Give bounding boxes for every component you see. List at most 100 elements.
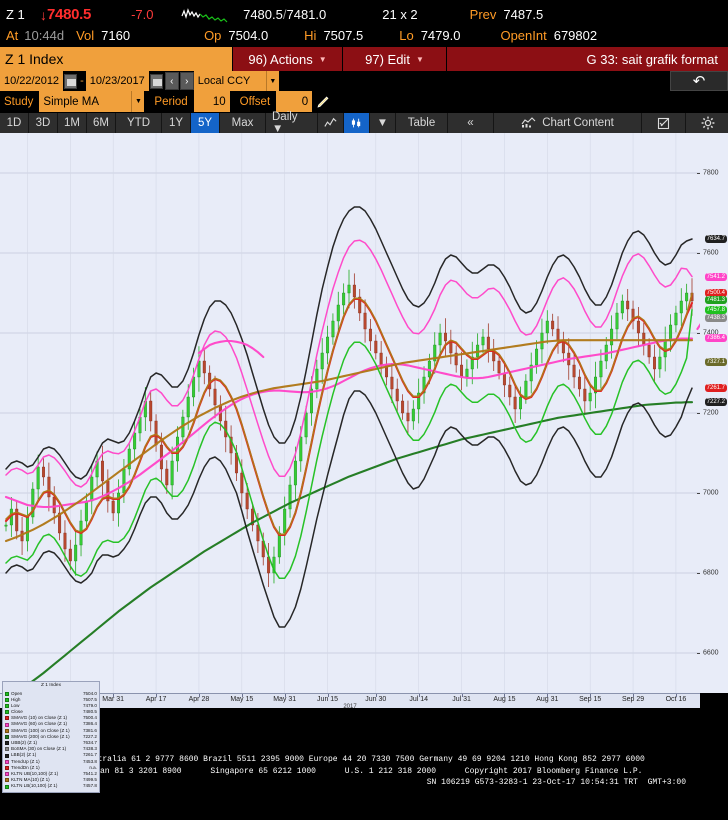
y-axis-label: 7800 bbox=[703, 169, 719, 177]
x-axis-label: Oct 16 bbox=[665, 696, 687, 703]
last-price: 7480.5 bbox=[47, 6, 92, 23]
x-axis-tick bbox=[284, 694, 286, 697]
edit-menu-button[interactable]: 97) Edit ▼ bbox=[342, 47, 446, 71]
period-input[interactable]: 10 bbox=[193, 91, 230, 112]
y-axis-tick bbox=[697, 653, 700, 654]
study-label: Study bbox=[4, 95, 34, 108]
volume-label: Vol bbox=[76, 27, 95, 43]
x-axis-tick bbox=[461, 694, 463, 697]
start-date-input[interactable]: 10/22/2012 bbox=[0, 71, 64, 91]
footer-line-1: Australia 61 2 9777 8600 Brazil 5511 239… bbox=[83, 755, 645, 764]
price-tag: 7457.8 bbox=[704, 305, 727, 314]
range-button-6m[interactable]: 6M bbox=[87, 113, 116, 133]
chart-content-label: Chart Content bbox=[542, 117, 614, 129]
chart-plot[interactable] bbox=[0, 133, 700, 693]
x-axis-tick bbox=[633, 694, 635, 697]
footer: Australia 61 2 9777 8600 Brazil 5511 239… bbox=[0, 748, 728, 820]
x-axis-tick bbox=[375, 694, 377, 697]
edit-pencil-icon[interactable] bbox=[312, 91, 334, 112]
legend-color-swatch bbox=[5, 784, 9, 789]
x-axis-label: Jun 15 bbox=[317, 696, 339, 703]
chevron-down-icon: ▼ bbox=[415, 54, 424, 64]
title-bar: Z 1 Index 96) Actions ▼ 97) Edit ▼ G 33:… bbox=[0, 47, 728, 71]
range-button-max[interactable]: Max bbox=[220, 113, 266, 133]
chart-content-button[interactable]: Chart Content bbox=[494, 113, 642, 133]
legend-rows: Open 7504.0 High 7507.5 Low 7479.0 Close 7480.5… bbox=[5, 691, 97, 790]
study-settings-bar: Study Simple MA ▼ Period 10 Offset 0 bbox=[0, 91, 728, 112]
ticker-symbol: Z 1 bbox=[6, 7, 25, 22]
price-tag: 7541.2 bbox=[704, 272, 727, 281]
legend-color-swatch bbox=[5, 710, 9, 715]
y-axis-label: 7000 bbox=[703, 489, 719, 497]
x-axis-tick bbox=[156, 694, 158, 697]
range-button-1d[interactable]: 1D bbox=[0, 113, 29, 133]
date-range-dash: - bbox=[80, 75, 84, 87]
range-button-3d[interactable]: 3D bbox=[29, 113, 58, 133]
range-button-5y[interactable]: 5Y bbox=[191, 113, 220, 133]
volume-value: 7160 bbox=[101, 27, 131, 43]
legend-color-swatch bbox=[5, 691, 9, 696]
end-date-input[interactable]: 10/23/2017 bbox=[85, 71, 149, 91]
chart-area[interactable]: 7800 7600 7400 7200 7000 6800 6600 7634.7 7541.2… bbox=[0, 133, 728, 793]
range-button-1y[interactable]: 1Y bbox=[162, 113, 191, 133]
security-name-field[interactable]: Z 1 Index bbox=[0, 47, 232, 71]
offset-label: Offset bbox=[239, 95, 271, 108]
edit-label: 97) Edit bbox=[365, 51, 410, 67]
chevron-down-icon[interactable]: ▼ bbox=[265, 71, 279, 91]
x-axis-tick bbox=[113, 694, 115, 697]
prev-period-button[interactable]: ‹ bbox=[164, 72, 179, 90]
interval-select[interactable]: Daily ▼ bbox=[266, 111, 318, 135]
x-axis-tick bbox=[675, 694, 677, 697]
low-value: 7479.0 bbox=[420, 27, 461, 43]
x-axis-tick bbox=[504, 694, 506, 697]
date-axis: Feb 28Mar 15Mar 31Apr 17Apr 28May 15May … bbox=[0, 693, 700, 710]
candlestick-chart-icon[interactable] bbox=[344, 113, 370, 133]
collapse-panel-button[interactable]: « bbox=[448, 113, 494, 133]
undo-button[interactable]: ↶ bbox=[670, 71, 728, 91]
ask-price: 7481.0 bbox=[286, 7, 327, 22]
y-axis-tick bbox=[697, 493, 700, 494]
range-button-ytd[interactable]: YTD bbox=[116, 113, 162, 133]
y-axis-tick bbox=[697, 253, 700, 254]
legend-color-swatch bbox=[5, 728, 9, 733]
bloomberg-terminal-window: Z 1 ↓ 7480.5 -7.0 7480.5 / 7481.0 21 x 2… bbox=[0, 0, 728, 820]
offset-input[interactable]: 0 bbox=[276, 91, 313, 112]
line-chart-icon[interactable] bbox=[318, 113, 344, 133]
legend-row: KLTN LB(10,100) (Z 1) 7457.8 bbox=[5, 783, 97, 789]
chevron-down-icon[interactable]: ▼ bbox=[131, 91, 145, 112]
legend-color-swatch bbox=[5, 759, 9, 764]
annotate-button[interactable] bbox=[642, 113, 686, 133]
chart-toolbar: 1D 3D 1M 6M YTD 1Y 5Y Max Daily ▼ ▼ Tabl… bbox=[0, 111, 728, 135]
x-axis-tick bbox=[418, 694, 420, 697]
price-direction-arrow: ↓ bbox=[40, 6, 47, 23]
price-tag: 7327.1 bbox=[704, 358, 727, 367]
at-time: 10:44d bbox=[24, 27, 65, 43]
x-axis-tick bbox=[198, 694, 200, 697]
x-axis-label: Sep 15 bbox=[579, 696, 602, 703]
footer-line-3: SN 106219 G573-3283-1 23-Oct-17 10:54:31… bbox=[426, 778, 686, 788]
table-button[interactable]: Table bbox=[396, 113, 448, 133]
footer-line-2: Japan 81 3 3201 8900 Singapore 65 6212 1… bbox=[85, 766, 643, 776]
calendar-icon[interactable] bbox=[149, 73, 163, 89]
legend-color-swatch bbox=[5, 741, 9, 746]
currency-select[interactable]: Local CCY bbox=[193, 71, 266, 91]
chart-legend: Z 1 Index Open 7504.0 High 7507.5 Low 7479.0 C… bbox=[2, 681, 100, 793]
calendar-icon[interactable] bbox=[64, 73, 78, 89]
y-axis-tick bbox=[697, 413, 700, 414]
legend-series-value: 7457.8 bbox=[82, 783, 97, 789]
chart-type-dropdown[interactable]: ▼ bbox=[370, 113, 396, 133]
range-button-1m[interactable]: 1M bbox=[58, 113, 87, 133]
open-interest-value: 679802 bbox=[553, 27, 598, 43]
chevron-down-icon: ▼ bbox=[318, 54, 327, 64]
study-select[interactable]: Simple MA bbox=[39, 91, 132, 112]
next-period-button[interactable]: › bbox=[179, 72, 194, 90]
settings-button[interactable] bbox=[686, 113, 728, 133]
price-tag: 7634.7 bbox=[704, 235, 727, 244]
x-axis-tick bbox=[547, 694, 549, 697]
y-axis-label: 6800 bbox=[703, 569, 719, 577]
actions-menu-button[interactable]: 96) Actions ▼ bbox=[232, 47, 342, 71]
y-axis-label: 6600 bbox=[703, 649, 719, 657]
price-tag: 7227.2 bbox=[704, 398, 727, 407]
period-label: Period bbox=[154, 95, 188, 108]
prev-label: Prev bbox=[469, 7, 497, 22]
